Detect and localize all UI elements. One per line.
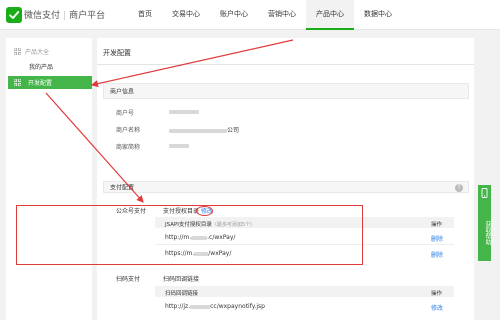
divider <box>97 64 474 65</box>
nav-marketing-center[interactable]: 营销中心 <box>258 0 306 30</box>
highlight-circle <box>196 206 213 216</box>
help-icon[interactable]: ? <box>455 184 463 192</box>
edit-link[interactable]: 修改 <box>431 303 443 312</box>
main-nav: 首页 交易中心 账户中心 营销中心 产品中心 数据中心 <box>128 0 402 30</box>
merchant-id-value <box>169 108 199 115</box>
delete-link[interactable]: 删除 <box>431 250 443 259</box>
merchant-name-value: 公司 <box>169 125 239 134</box>
nav-trade-center[interactable]: 交易中心 <box>162 0 210 30</box>
main-panel: 开发配置 商户信息 商户号 商户名称 公司 商家简称 支付配置 ? 公众号支付 … <box>97 38 474 320</box>
brand-title: 微信支付 | 商户平台 <box>24 8 105 21</box>
grid-icon <box>14 79 21 86</box>
merchant-name-label: 商户名称 <box>116 127 141 134</box>
help-widget[interactable]: 获取帮助 <box>478 185 491 261</box>
nav-home[interactable]: 首页 <box>128 0 162 30</box>
scan-column-header: 扫码回调链接 <box>165 291 199 297</box>
scan-table-header: 扫码回调链接 操作 <box>155 286 454 297</box>
sidebar-item-dev-config[interactable]: 开发配置 <box>8 76 92 89</box>
nav-data-center[interactable]: 数据中心 <box>354 0 402 30</box>
nav-product-center[interactable]: 产品中心 <box>306 0 354 30</box>
sidebar-item-label: 开发配置 <box>28 80 53 87</box>
merchant-short-name-value <box>169 142 189 149</box>
pay-config-header: 支付配置 ? <box>103 181 469 193</box>
brand-name: 微信支付 <box>24 11 61 21</box>
redacted-text <box>190 304 211 309</box>
scan-callback-label: 扫码回调链接 <box>163 276 200 283</box>
redacted-text <box>169 109 199 114</box>
nav-account-center[interactable]: 账户中心 <box>210 0 258 30</box>
sidebar-group-products[interactable]: 产品大全 <box>14 47 49 56</box>
help-widget-label: 获取帮助 <box>484 221 491 245</box>
grid-icon <box>14 48 21 55</box>
sidebar: 产品大全 我的产品 开发配置 <box>6 38 92 320</box>
section-title: 商户信息 <box>110 88 135 96</box>
top-bar: 微信支付 | 商户平台 首页 交易中心 账户中心 营销中心 产品中心 数据中心 <box>0 0 500 30</box>
sidebar-item-my-products[interactable]: 我的产品 <box>29 62 53 71</box>
wechat-pay-logo-icon <box>6 7 22 23</box>
page-title: 开发配置 <box>103 49 131 57</box>
redacted-text <box>169 128 227 133</box>
scan-pay-label: 扫码支付 <box>116 276 141 283</box>
op-column-header: 操作 <box>430 222 442 228</box>
merchant-id-label: 商户号 <box>116 110 135 117</box>
section-title: 支付配置 <box>110 184 135 192</box>
redacted-text <box>169 143 189 148</box>
merchant-short-name-label: 商家简称 <box>116 144 141 151</box>
brand-subtitle: 商户平台 <box>69 11 106 21</box>
delete-link[interactable]: 删除 <box>431 234 443 243</box>
brand-separator: | <box>63 11 67 21</box>
phone-icon <box>481 188 488 198</box>
highlight-box <box>16 205 363 265</box>
sidebar-group-label: 产品大全 <box>25 49 50 56</box>
op-column-header: 操作 <box>430 291 442 297</box>
merchant-info-header: 商户信息 <box>103 83 469 99</box>
scan-url-row-1: http://jz. cc/wxpaynotify.jsp <box>165 303 265 310</box>
